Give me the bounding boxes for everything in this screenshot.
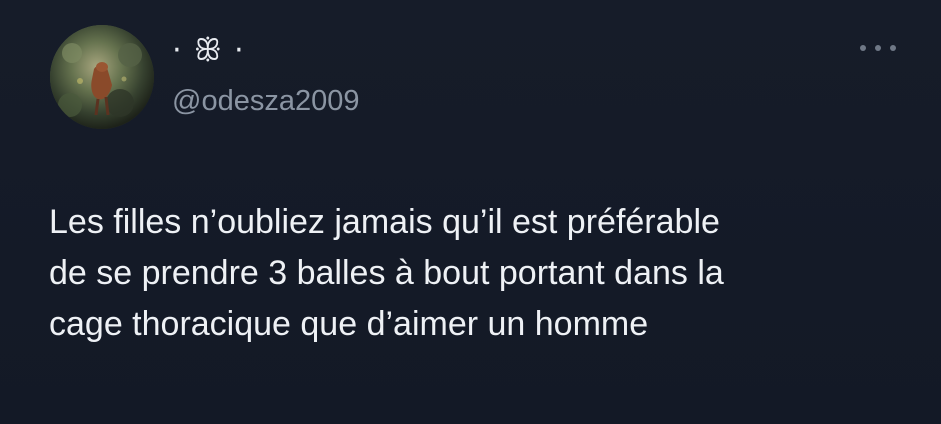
avatar-photo [50,25,154,129]
tweet-text: Les filles n’oubliez jamais qu’il est pr… [49,203,724,343]
avatar[interactable] [50,25,154,129]
display-name[interactable]: ⋅ ꕥ ⋅ [172,34,246,68]
tweet-card[interactable]: ⋅ ꕥ ⋅ @odesza2009 Les filles n’oubliez j… [0,0,941,424]
more-dot [875,45,881,51]
user-handle[interactable]: @odesza2009 [172,84,359,118]
more-dot [890,45,896,51]
more-horizontal-icon[interactable] [860,38,896,58]
more-dot [860,45,866,51]
